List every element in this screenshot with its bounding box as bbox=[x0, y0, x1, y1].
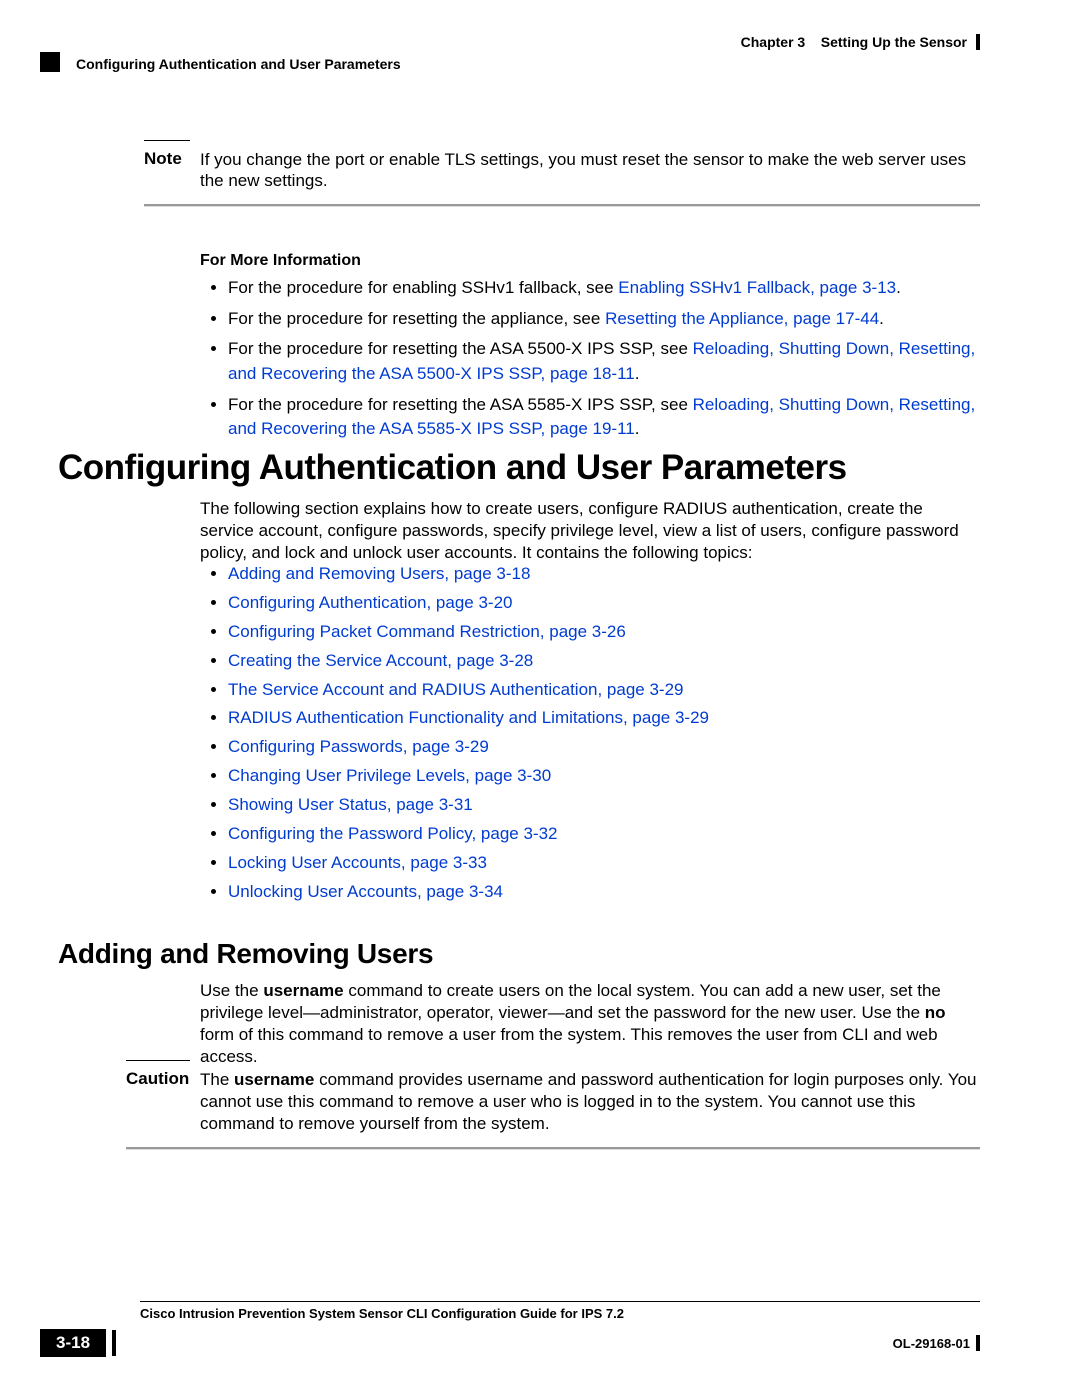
command-keyword: no bbox=[925, 1003, 946, 1022]
caution-label: Caution bbox=[126, 1069, 200, 1089]
document-page: Chapter 3 Setting Up the Sensor Configur… bbox=[0, 0, 1080, 1397]
link[interactable]: Locking User Accounts, page 3-33 bbox=[228, 853, 487, 872]
link[interactable]: The Service Account and RADIUS Authentic… bbox=[228, 680, 684, 699]
caution-rule-bottom bbox=[126, 1147, 980, 1150]
command-keyword: username bbox=[263, 981, 343, 1000]
note-text: If you change the port or enable TLS set… bbox=[200, 149, 980, 192]
list-item: Adding and Removing Users, page 3-18 bbox=[228, 560, 980, 589]
list-item: Creating the Service Account, page 3-28 bbox=[228, 647, 980, 676]
link[interactable]: Configuring Packet Command Restriction, … bbox=[228, 622, 626, 641]
chapter-heading: Chapter 3 Setting Up the Sensor bbox=[741, 34, 967, 50]
link[interactable]: Creating the Service Account, page 3-28 bbox=[228, 651, 533, 670]
heading-2: Adding and Removing Users bbox=[58, 938, 433, 970]
link[interactable]: Resetting the Appliance, page 17-44 bbox=[605, 309, 879, 328]
list-item: For the procedure for resetting the ASA … bbox=[228, 393, 980, 442]
topics-list: Adding and Removing Users, page 3-18 Con… bbox=[200, 560, 980, 907]
heading-1: Configuring Authentication and User Para… bbox=[58, 448, 847, 488]
list-item: Configuring Authentication, page 3-20 bbox=[228, 589, 980, 618]
note-label: Note bbox=[144, 149, 200, 169]
caution-block: Caution The username command provides us… bbox=[126, 1060, 980, 1150]
page-number: 3-18 bbox=[40, 1329, 106, 1357]
list-item: Changing User Privilege Levels, page 3-3… bbox=[228, 762, 980, 791]
header-bar-icon bbox=[976, 34, 980, 50]
list-item: Showing User Status, page 3-31 bbox=[228, 791, 980, 820]
for-more-information-list: For the procedure for enabling SSHv1 fal… bbox=[200, 276, 980, 442]
caution-text: The username command provides username a… bbox=[200, 1069, 980, 1135]
chapter-title: Setting Up the Sensor bbox=[821, 34, 967, 50]
list-item: For the procedure for resetting the appl… bbox=[228, 307, 980, 332]
note-block: Note If you change the port or enable TL… bbox=[144, 140, 980, 207]
list-item: Configuring Packet Command Restriction, … bbox=[228, 618, 980, 647]
list-item: Unlocking User Accounts, page 3-34 bbox=[228, 878, 980, 907]
note-rule-bottom bbox=[144, 204, 980, 207]
footer-rule bbox=[140, 1301, 980, 1302]
link[interactable]: Configuring Authentication, page 3-20 bbox=[228, 593, 512, 612]
link[interactable]: Enabling SSHv1 Fallback, page 3-13 bbox=[618, 278, 896, 297]
link[interactable]: Configuring the Password Policy, page 3-… bbox=[228, 824, 557, 843]
command-keyword: username bbox=[234, 1070, 314, 1089]
footer-guide-title: Cisco Intrusion Prevention System Sensor… bbox=[140, 1306, 980, 1321]
chapter-label: Chapter 3 bbox=[741, 34, 806, 50]
link[interactable]: Changing User Privilege Levels, page 3-3… bbox=[228, 766, 551, 785]
header-square-icon bbox=[40, 52, 60, 72]
link[interactable]: Unlocking User Accounts, page 3-34 bbox=[228, 882, 503, 901]
page-footer: Cisco Intrusion Prevention System Sensor… bbox=[40, 1301, 980, 1357]
topics-list-container: Adding and Removing Users, page 3-18 Con… bbox=[200, 560, 980, 907]
list-item: Configuring Passwords, page 3-29 bbox=[228, 733, 980, 762]
list-item: For the procedure for enabling SSHv1 fal… bbox=[228, 276, 980, 301]
for-more-information: For More Information For the procedure f… bbox=[200, 252, 980, 448]
list-item: RADIUS Authentication Functionality and … bbox=[228, 704, 980, 733]
section-title: Configuring Authentication and User Para… bbox=[76, 56, 401, 72]
list-item: Locking User Accounts, page 3-33 bbox=[228, 849, 980, 878]
list-item: The Service Account and RADIUS Authentic… bbox=[228, 676, 980, 705]
list-item: For the procedure for resetting the ASA … bbox=[228, 337, 980, 386]
intro-paragraph: The following section explains how to cr… bbox=[200, 498, 980, 564]
footer-bar-icon bbox=[976, 1335, 980, 1351]
link[interactable]: Configuring Passwords, page 3-29 bbox=[228, 737, 489, 756]
link[interactable]: Showing User Status, page 3-31 bbox=[228, 795, 473, 814]
link[interactable]: Adding and Removing Users, page 3-18 bbox=[228, 564, 530, 583]
note-rule-top bbox=[144, 140, 190, 141]
link[interactable]: RADIUS Authentication Functionality and … bbox=[228, 708, 709, 727]
list-item: Configuring the Password Policy, page 3-… bbox=[228, 820, 980, 849]
for-more-information-heading: For More Information bbox=[200, 252, 980, 270]
adding-removing-paragraph: Use the username command to create users… bbox=[200, 980, 980, 1068]
caution-rule-top bbox=[126, 1060, 190, 1061]
footer-doc-id: OL-29168-01 bbox=[893, 1336, 970, 1351]
footer-bar-icon bbox=[112, 1330, 116, 1356]
